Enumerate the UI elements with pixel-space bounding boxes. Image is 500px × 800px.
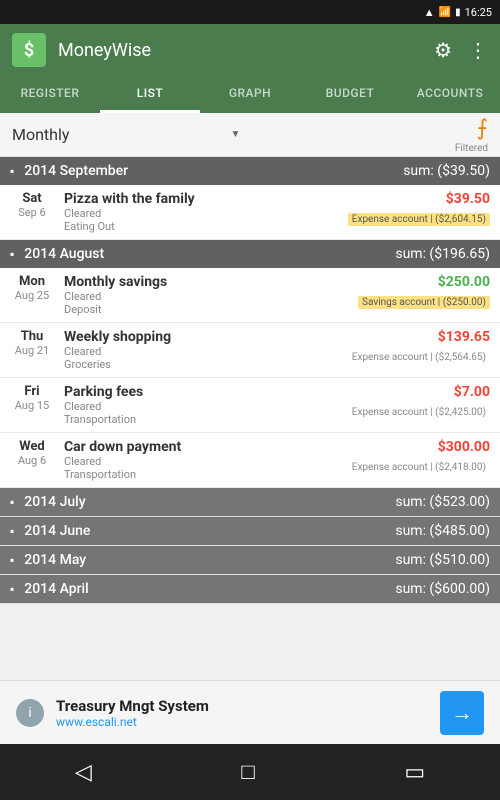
transaction-date: Fri Aug 15 (10, 384, 54, 412)
ad-arrow-button[interactable]: → (440, 691, 484, 735)
ad-text: Treasury Mngt System www.escali.net (56, 697, 428, 729)
expand-icon-aug: ▪ (10, 247, 14, 261)
transaction-date: Sat Sep 6 (10, 191, 54, 219)
transaction-details: Monthly savings Cleared Deposit (64, 274, 348, 316)
status-icons: ▲ 📶 ▮ 16:25 (424, 6, 492, 19)
section-apr2014-title: ▪ 2014 April (10, 581, 89, 597)
filter-dropdown-arrow[interactable]: ▼ (230, 129, 240, 140)
app-title: MoneyWise (58, 40, 422, 61)
section-jul2014[interactable]: ▪ 2014 July sum: ($523.00) (0, 488, 500, 517)
battery-icon: ▮ (455, 7, 461, 18)
transaction-details: Parking fees Cleared Transportation (64, 384, 338, 426)
filter-funnel-icon[interactable]: ⨍ (477, 116, 488, 141)
ad-title: Treasury Mngt System (56, 697, 428, 715)
section-aug2014-title: ▪ 2014 August (10, 246, 104, 262)
transaction-details: Pizza with the family Cleared Eating Out (64, 191, 338, 233)
expand-icon-jul: ▪ (10, 495, 14, 509)
section-sep2014-title: ▪ 2014 September (10, 163, 128, 179)
tab-bar: REGISTER LIST GRAPH BUDGET ACCOUNTS (0, 76, 500, 113)
transaction-right: $250.00 Savings account | ($250.00) (358, 274, 490, 309)
section-may2014[interactable]: ▪ 2014 May sum: ($510.00) (0, 546, 500, 575)
transactions-list: ▪ 2014 September sum: ($39.50) Sat Sep 6… (0, 157, 500, 741)
filter-bar: Monthly ▼ ⨍ Filtered (0, 113, 500, 157)
table-row[interactable]: Sat Sep 6 Pizza with the family Cleared … (0, 185, 500, 240)
transaction-right: $7.00 Expense account | ($2,425.00) (348, 384, 490, 419)
wifi-icon: 📶 (439, 7, 451, 18)
tab-register[interactable]: REGISTER (0, 76, 100, 113)
transaction-right: $139.65 Expense account | ($2,564.65) (348, 329, 490, 364)
back-button[interactable]: ◁ (75, 760, 92, 785)
ad-url: www.escali.net (56, 715, 428, 729)
signal-icon: ▲ (424, 6, 435, 19)
app-bar-actions: ⚙ ⋮ (434, 38, 488, 62)
settings-icon[interactable]: ⚙ (434, 38, 452, 62)
status-bar: ▲ 📶 ▮ 16:25 (0, 0, 500, 24)
section-may2014-title: ▪ 2014 May (10, 552, 86, 568)
expand-icon-jun: ▪ (10, 524, 14, 538)
section-sep2014[interactable]: ▪ 2014 September sum: ($39.50) (0, 157, 500, 185)
expand-icon-sep: ▪ (10, 164, 14, 178)
section-jul2014-sum: sum: ($523.00) (395, 494, 490, 510)
section-may2014-sum: sum: ($510.00) (395, 552, 490, 568)
transaction-right: $39.50 Expense account | ($2,604.15) (348, 191, 490, 226)
filtered-label: Filtered (455, 143, 488, 154)
transaction-right: $300.00 Expense account | ($2,418.00) (348, 439, 490, 474)
table-row[interactable]: Thu Aug 21 Weekly shopping Cleared Groce… (0, 323, 500, 378)
filter-right: ⨍ Filtered (455, 116, 488, 154)
transaction-date: Mon Aug 25 (10, 274, 54, 302)
section-jun2014[interactable]: ▪ 2014 June sum: ($485.00) (0, 517, 500, 546)
transaction-date: Wed Aug 6 (10, 439, 54, 467)
table-row[interactable]: Fri Aug 15 Parking fees Cleared Transpor… (0, 378, 500, 433)
tab-graph[interactable]: GRAPH (200, 76, 300, 113)
expand-icon-apr: ▪ (10, 582, 14, 596)
ad-banner[interactable]: i Treasury Mngt System www.escali.net → (0, 680, 500, 744)
section-aug2014[interactable]: ▪ 2014 August sum: ($196.65) (0, 240, 500, 268)
app-bar: $ MoneyWise ⚙ ⋮ (0, 24, 500, 76)
section-apr2014-sum: sum: ($600.00) (395, 581, 490, 597)
recents-button[interactable]: ▭ (404, 760, 425, 785)
transaction-details: Car down payment Cleared Transportation (64, 439, 338, 481)
status-time: 16:25 (465, 6, 492, 19)
section-apr2014[interactable]: ▪ 2014 April sum: ($600.00) (0, 575, 500, 604)
tab-accounts[interactable]: ACCOUNTS (400, 76, 500, 113)
ad-info-icon: i (16, 699, 44, 727)
table-row[interactable]: Wed Aug 6 Car down payment Cleared Trans… (0, 433, 500, 488)
tab-list[interactable]: LIST (100, 76, 200, 113)
more-icon[interactable]: ⋮ (468, 38, 488, 62)
tab-budget[interactable]: BUDGET (300, 76, 400, 113)
table-row[interactable]: Mon Aug 25 Monthly savings Cleared Depos… (0, 268, 500, 323)
filter-label[interactable]: Monthly (12, 125, 226, 144)
section-jun2014-title: ▪ 2014 June (10, 523, 90, 539)
transaction-date: Thu Aug 21 (10, 329, 54, 357)
section-sep2014-sum: sum: ($39.50) (403, 163, 490, 179)
home-button[interactable]: □ (241, 759, 254, 785)
transaction-details: Weekly shopping Cleared Groceries (64, 329, 338, 371)
app-logo: $ (12, 33, 46, 67)
expand-icon-may: ▪ (10, 553, 14, 567)
section-aug2014-sum: sum: ($196.65) (395, 246, 490, 262)
bottom-nav: ◁ □ ▭ (0, 744, 500, 800)
section-jun2014-sum: sum: ($485.00) (395, 523, 490, 539)
section-jul2014-title: ▪ 2014 July (10, 494, 86, 510)
